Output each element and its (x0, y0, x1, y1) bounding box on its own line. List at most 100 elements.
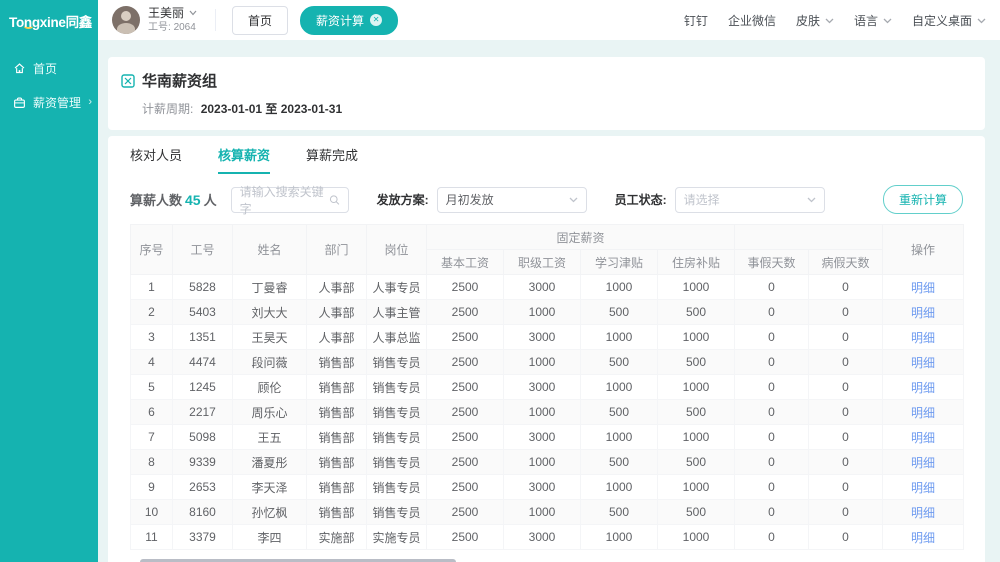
table-cell: 0 (735, 500, 809, 525)
table-cell: 0 (809, 475, 883, 500)
detail-link[interactable]: 明细 (911, 381, 935, 395)
group-header: 固定薪资 (427, 225, 735, 250)
table-cell: 潘夏彤 (233, 450, 307, 475)
detail-link[interactable]: 明细 (911, 431, 935, 445)
table-row: 75098王五销售部销售专员250030001000100000明细 (131, 425, 964, 450)
detail-link[interactable]: 明细 (911, 506, 935, 520)
action-cell: 明细 (883, 525, 964, 550)
sidebar-item-label: 首页 (33, 60, 57, 77)
table-cell: 500 (658, 400, 735, 425)
plan-label: 发放方案: (377, 191, 429, 208)
table-cell: 3000 (504, 475, 581, 500)
detail-link[interactable]: 明细 (911, 456, 935, 470)
tab-核算薪资[interactable]: 核算薪资 (218, 136, 270, 174)
close-icon[interactable]: ✕ (370, 14, 382, 26)
main-area: 华南薪资组 计薪周期: 2023-01-01 至 2023-01-31 核对人员… (98, 40, 1000, 562)
action-cell: 明细 (883, 400, 964, 425)
table-cell: 人事主管 (367, 300, 427, 325)
topbar-tab-首页[interactable]: 首页 (232, 6, 288, 35)
table-cell: 销售部 (307, 500, 367, 525)
table-cell: 1000 (581, 525, 658, 550)
topbar-menu-语言[interactable]: 语言 (854, 12, 892, 29)
detail-link[interactable]: 明细 (911, 531, 935, 545)
table-cell: 1000 (581, 475, 658, 500)
table-cell: 1000 (581, 325, 658, 350)
plan-value: 月初发放 (446, 191, 494, 208)
table-cell: 3379 (173, 525, 233, 550)
table-cell: 0 (809, 450, 883, 475)
logo-suffix: 同鑫 (66, 15, 92, 30)
table-cell: 1000 (658, 375, 735, 400)
table-cell: 500 (658, 350, 735, 375)
search-icon (329, 194, 340, 206)
action-cell: 明细 (883, 375, 964, 400)
column-header: 部门 (307, 225, 367, 275)
action-cell: 明细 (883, 325, 964, 350)
detail-link[interactable]: 明细 (911, 331, 935, 345)
logo-smile-icon (24, 24, 33, 29)
home-icon (13, 62, 26, 75)
chevron-down-icon (189, 10, 197, 16)
table-row: 25403刘大大人事部人事主管2500100050050000明细 (131, 300, 964, 325)
table-cell: 3000 (504, 375, 581, 400)
table-cell: 1000 (581, 425, 658, 450)
table-cell: 销售部 (307, 400, 367, 425)
table-cell: 2 (131, 300, 173, 325)
table-cell: 销售部 (307, 375, 367, 400)
table-cell: 1000 (658, 525, 735, 550)
table-cell: 0 (735, 400, 809, 425)
sidebar-item-home[interactable]: 首页 (0, 51, 98, 85)
table-cell: 500 (658, 500, 735, 525)
tab-核对人员[interactable]: 核对人员 (130, 136, 182, 174)
table-row: 89339潘夏彤销售部销售专员2500100050050000明细 (131, 450, 964, 475)
table-cell: 顾伦 (233, 375, 307, 400)
table-cell: 1000 (504, 400, 581, 425)
avatar[interactable] (112, 6, 140, 34)
wallet-icon (13, 96, 26, 109)
table-cell: 3000 (504, 275, 581, 300)
table-cell: 实施专员 (367, 525, 427, 550)
table-cell: 9339 (173, 450, 233, 475)
table-cell: 500 (581, 400, 658, 425)
topbar-menu-自定义桌面[interactable]: 自定义桌面 (912, 12, 986, 29)
sub-column-header: 住房补贴 (658, 250, 735, 275)
table-cell: 0 (809, 375, 883, 400)
table-row: 15828丁曼睿人事部人事专员250030001000100000明细 (131, 275, 964, 300)
table-cell: 5 (131, 375, 173, 400)
topbar-menu-皮肤[interactable]: 皮肤 (796, 12, 834, 29)
table-cell: 0 (735, 300, 809, 325)
payroll-group-card: 华南薪资组 计薪周期: 2023-01-01 至 2023-01-31 (108, 57, 985, 130)
table-cell: 销售部 (307, 475, 367, 500)
sidebar-item-salary[interactable]: 薪资管理› (0, 85, 98, 119)
search-input[interactable]: 请输入搜索关键字 (231, 187, 349, 213)
detail-link[interactable]: 明细 (911, 406, 935, 420)
recalculate-button[interactable]: 重新计算 (883, 185, 963, 214)
table-cell: 10 (131, 500, 173, 525)
detail-link[interactable]: 明细 (911, 306, 935, 320)
column-header-action: 操作 (883, 225, 964, 275)
table-cell: 0 (809, 525, 883, 550)
page-tabs: 核对人员核算薪资算薪完成 (120, 136, 973, 174)
plan-select[interactable]: 月初发放 (437, 187, 587, 213)
table-cell: 2500 (427, 275, 504, 300)
table-cell: 1000 (658, 325, 735, 350)
table-cell: 丁曼睿 (233, 275, 307, 300)
table-cell: 王昊天 (233, 325, 307, 350)
table-cell: 销售专员 (367, 450, 427, 475)
table-cell: 0 (735, 275, 809, 300)
topbar-menu-企业微信[interactable]: 企业微信 (728, 12, 776, 29)
table-cell: 2500 (427, 300, 504, 325)
detail-link[interactable]: 明细 (911, 281, 935, 295)
topbar-tab-薪资计算[interactable]: 薪资计算✕ (300, 6, 398, 35)
status-select[interactable]: 请选择 (675, 187, 825, 213)
topbar-menu-钉钉[interactable]: 钉钉 (684, 12, 708, 29)
table-row: 31351王昊天人事部人事总监250030001000100000明细 (131, 325, 964, 350)
table-cell: 李天泽 (233, 475, 307, 500)
sub-column-header: 职级工资 (504, 250, 581, 275)
detail-link[interactable]: 明细 (911, 356, 935, 370)
chevron-down-icon (977, 13, 986, 27)
sidebar-item-label: 薪资管理 (33, 94, 81, 111)
detail-link[interactable]: 明细 (911, 481, 935, 495)
user-block[interactable]: 王美丽 工号: 2064 (148, 6, 197, 34)
tab-算薪完成[interactable]: 算薪完成 (306, 136, 358, 174)
